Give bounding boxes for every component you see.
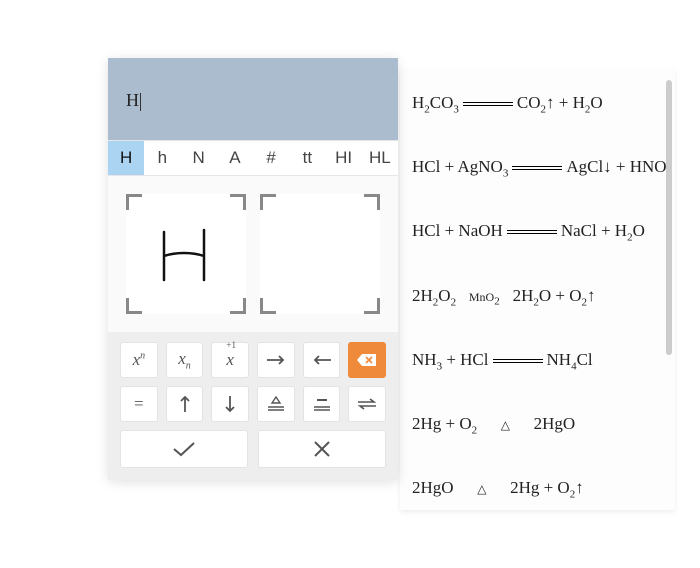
candidate-HL[interactable]: HL [362, 141, 398, 175]
reversible-arrows-icon [355, 397, 379, 411]
triangle-over-equals-icon [265, 395, 287, 413]
check-icon [170, 440, 198, 458]
equation-suggestions-panel: H2CO3CO2↑ + H2O HCl + AgNO3AgCl↓ + HNO H… [400, 70, 675, 510]
arrow-up-icon [179, 394, 191, 414]
key-superscript[interactable]: xn [120, 342, 158, 378]
equation-list[interactable]: H2CO3CO2↑ + H2O HCl + AgNO3AgCl↓ + HNO H… [400, 70, 675, 510]
key-backspace[interactable] [348, 342, 386, 378]
key-subscript[interactable]: xn [166, 342, 204, 378]
arrow-right-icon [265, 354, 287, 366]
equation-item[interactable]: 2HgO △ 2Hg + O2↑ [412, 473, 663, 505]
key-reversible[interactable] [348, 386, 386, 422]
candidate-HI[interactable]: HI [326, 141, 362, 175]
key-arrow-left[interactable] [303, 342, 341, 378]
key-oxidation[interactable]: +1x [211, 342, 249, 378]
equation-item[interactable]: 2Hg + O2 △ 2HgO [412, 409, 663, 441]
confirm-button[interactable] [120, 430, 248, 468]
cancel-button[interactable] [258, 430, 386, 468]
candidate-N[interactable]: N [181, 141, 217, 175]
candidate-H[interactable]: H [108, 141, 144, 175]
text-caret [140, 93, 141, 111]
arrow-left-icon [311, 354, 333, 366]
handwriting-input-panel: H H h N A # tt HI HL xn xn +1x [108, 58, 398, 480]
candidate-tt[interactable]: tt [289, 141, 325, 175]
bar-over-equals-icon [311, 395, 333, 413]
equation-item[interactable]: H2CO3CO2↑ + H2O [412, 88, 663, 120]
key-arrow-right[interactable] [257, 342, 295, 378]
equation-item[interactable]: HCl + AgNO3AgCl↓ + HNO [412, 152, 663, 184]
candidate-h[interactable]: h [144, 141, 180, 175]
cross-icon [312, 439, 332, 459]
handwriting-box-2[interactable] [260, 194, 380, 314]
handwriting-box-1[interactable] [126, 194, 246, 314]
handwriting-stroke [126, 194, 246, 314]
key-precipitate-down[interactable] [211, 386, 249, 422]
key-condition-triangle[interactable] [257, 386, 295, 422]
equation-item[interactable]: 2H2O2 MnO2 2H2O + O2↑ [412, 281, 663, 313]
symbol-keypad: xn xn +1x = [108, 332, 398, 480]
backspace-icon [356, 353, 378, 367]
formula-entry[interactable]: H [108, 58, 398, 140]
entry-text: H [126, 90, 139, 110]
key-condition-bar[interactable] [303, 386, 341, 422]
candidate-hash[interactable]: # [253, 141, 289, 175]
handwriting-area [108, 176, 398, 332]
candidate-bar: H h N A # tt HI HL [108, 140, 398, 176]
key-equals[interactable]: = [120, 386, 158, 422]
scrollbar[interactable] [666, 80, 672, 355]
equation-item[interactable]: HCl + NaOHNaCl + H2O [412, 216, 663, 248]
equation-item[interactable]: NH3 + HClNH4Cl [412, 345, 663, 377]
arrow-down-icon [224, 394, 236, 414]
key-gas-up[interactable] [166, 386, 204, 422]
candidate-A[interactable]: A [217, 141, 253, 175]
